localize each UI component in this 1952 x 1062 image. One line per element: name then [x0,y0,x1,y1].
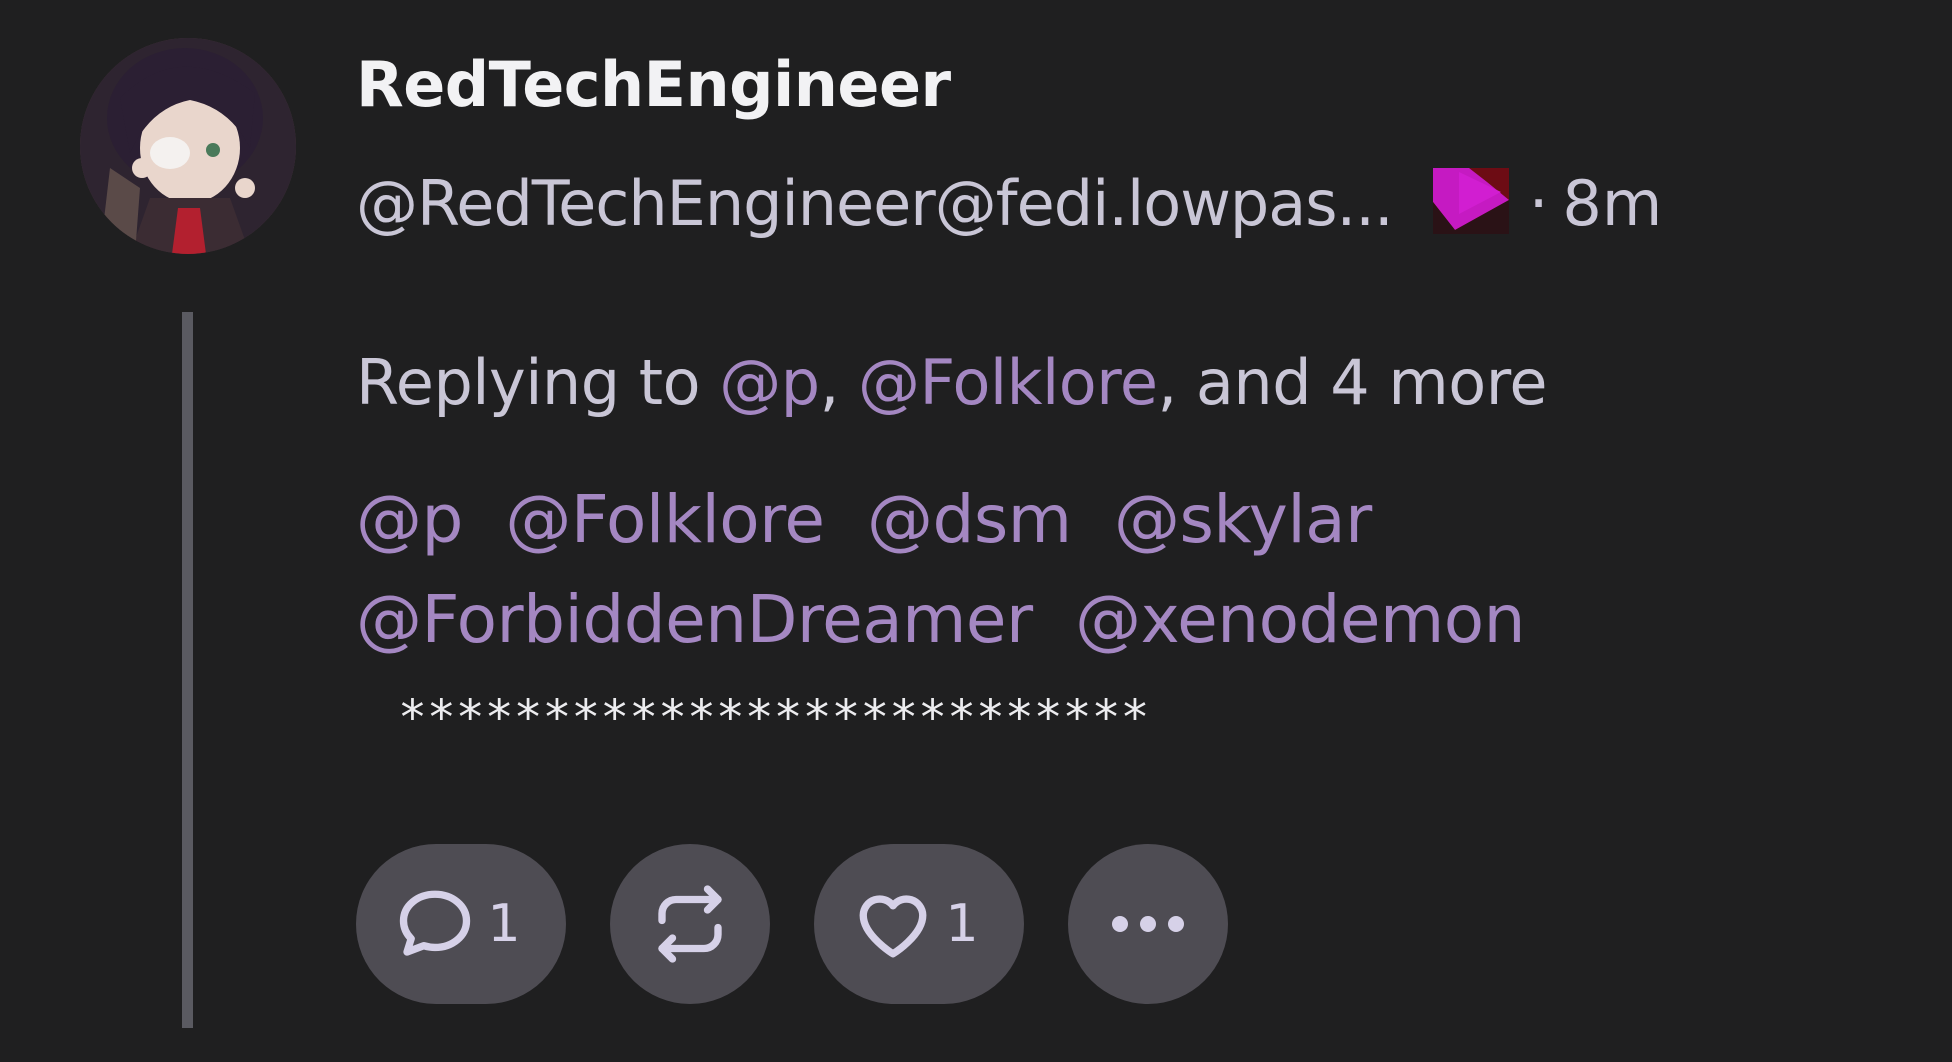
display-name[interactable]: RedTechEngineer [356,48,951,121]
reply-button[interactable]: 1 [356,844,566,1004]
timestamp[interactable]: 8m [1562,167,1662,240]
thread-line [182,312,193,1028]
user-handle[interactable]: @RedTechEngineer@fedi.lowpas... [356,167,1394,240]
like-count: 1 [945,894,979,954]
like-button[interactable]: 1 [814,844,1024,1004]
reply-more[interactable]: , and 4 more [1157,346,1547,419]
heart-icon [860,895,927,958]
post-body: ************************** [398,690,1150,746]
more-button[interactable] [1068,844,1228,1004]
mention-link[interactable]: @Folklore [505,481,825,558]
pleroma-server-icon [1393,162,1513,244]
reply-prefix: Replying to [356,346,720,419]
mention-link[interactable]: @skylar [1114,481,1372,558]
mention-link[interactable]: @ForbiddenDreamer [356,581,1033,658]
separator-dot: · [1528,166,1549,240]
repeat-icon [658,885,722,963]
speech-bubble-icon [400,890,471,956]
ellipsis-icon [1112,916,1184,932]
mention-link[interactable]: @xenodemon [1075,581,1525,658]
avatar[interactable] [80,38,296,254]
repost-button[interactable] [610,844,770,1004]
mentions-list: @p @Folklore @dsm @skylar @ForbiddenDrea… [356,470,1756,670]
mention-link[interactable]: @p [356,481,463,558]
reply-count: 1 [487,894,521,954]
avatar-image [80,38,296,254]
mention-link[interactable]: @dsm [867,481,1072,558]
reply-comma: , [819,346,859,419]
reply-mention-p[interactable]: @p [719,346,820,419]
replying-to: Replying to @p, @Folklore, and 4 more [356,346,1548,419]
reply-mention-folklore[interactable]: @Folklore [858,346,1158,419]
handle-row: @RedTechEngineer@fedi.lowpas... · 8m [356,158,1662,248]
action-bar: 1 1 [356,844,1228,1004]
post: RedTechEngineer @RedTechEngineer@fedi.lo… [0,0,1952,1062]
